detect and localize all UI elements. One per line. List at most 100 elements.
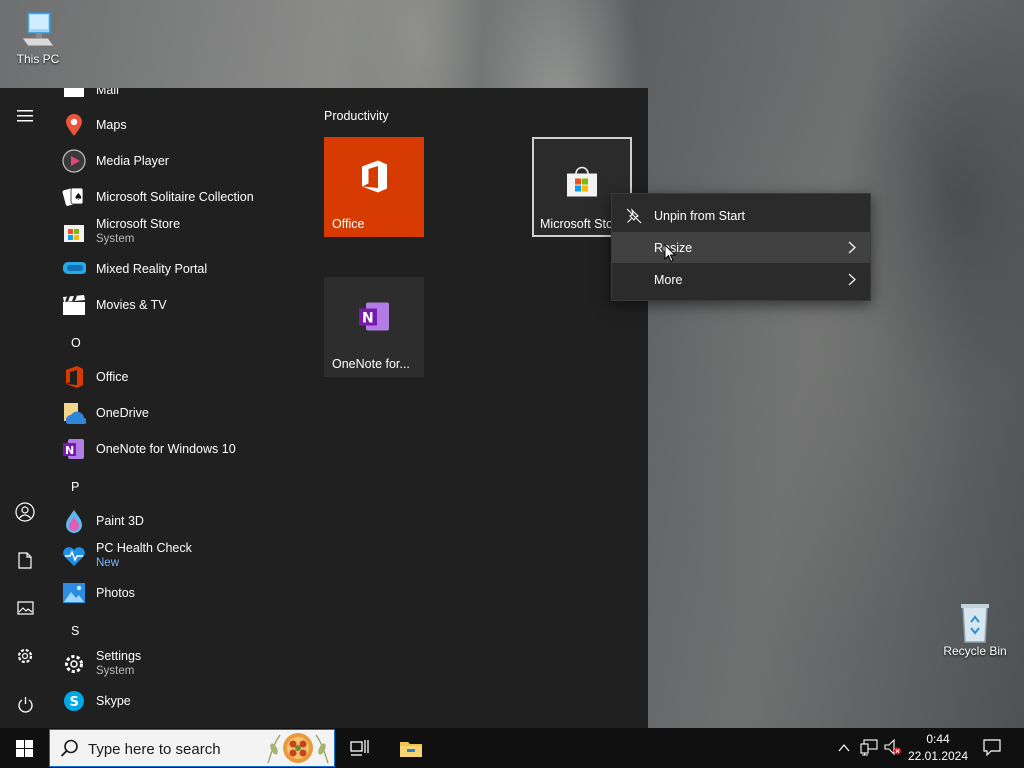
tile-group-title[interactable]: Productivity bbox=[324, 109, 389, 123]
app-item-pc-health-check[interactable]: PC Health Check New bbox=[62, 538, 192, 574]
settings-button[interactable] bbox=[0, 636, 50, 676]
menu-item-label: Unpin from Start bbox=[654, 208, 746, 223]
desktop-icon-label: Recycle Bin bbox=[943, 644, 1007, 658]
movies-tv-icon bbox=[62, 293, 86, 317]
taskbar-search-box[interactable] bbox=[49, 729, 335, 767]
tile-onenote[interactable]: N OneNote for... bbox=[324, 277, 424, 377]
menu-item-unpin-from-start[interactable]: Unpin from Start bbox=[612, 200, 870, 231]
store-icon bbox=[565, 166, 599, 203]
app-item-label: Settings bbox=[96, 649, 142, 663]
settings-icon bbox=[62, 652, 86, 676]
app-item-maps[interactable]: Maps bbox=[62, 107, 127, 143]
solitaire-icon: ♠ bbox=[62, 185, 86, 209]
mail-icon bbox=[62, 88, 86, 102]
app-list: Mail Maps Media Player ♠ Microsoft Solit… bbox=[56, 88, 306, 728]
app-item-skype[interactable]: S Skype bbox=[62, 683, 131, 719]
svg-text:S: S bbox=[70, 695, 79, 710]
onedrive-icon bbox=[62, 401, 86, 425]
show-hidden-icons-button[interactable] bbox=[838, 740, 850, 758]
task-view-button[interactable] bbox=[350, 739, 370, 762]
health-check-icon bbox=[62, 544, 86, 568]
search-highlight-illustration-icon bbox=[267, 733, 329, 764]
svg-text:N: N bbox=[65, 444, 74, 457]
file-explorer-icon bbox=[400, 742, 422, 757]
app-item-mixed-reality-portal[interactable]: Mixed Reality Portal bbox=[62, 251, 207, 287]
documents-button[interactable] bbox=[0, 540, 50, 580]
clock-date: 22.01.2024 bbox=[907, 749, 969, 763]
tile-label: Microsoft Sto bbox=[540, 217, 613, 231]
office-icon bbox=[62, 365, 86, 389]
search-input[interactable] bbox=[88, 739, 258, 759]
document-icon bbox=[18, 551, 32, 569]
tile-label: Office bbox=[332, 217, 365, 231]
tile-context-menu: Unpin from Start Resize More bbox=[611, 193, 871, 301]
tile-office[interactable]: Office bbox=[324, 137, 424, 237]
taskbar: 0:44 22.01.2024 bbox=[0, 728, 1024, 768]
clock-time: 0:44 bbox=[926, 732, 950, 746]
skype-icon: S bbox=[62, 689, 86, 713]
app-item-solitaire[interactable]: ♠ Microsoft Solitaire Collection bbox=[62, 179, 254, 215]
app-item-mail[interactable]: Mail bbox=[62, 88, 119, 108]
app-item-photos[interactable]: Photos bbox=[62, 575, 135, 611]
new-badge: New bbox=[96, 557, 120, 569]
windows-logo-icon bbox=[15, 739, 33, 757]
app-item-onedrive[interactable]: OneDrive bbox=[62, 395, 149, 431]
app-item-paint-3d[interactable]: Paint 3D bbox=[62, 503, 144, 539]
app-item-sublabel: System bbox=[96, 665, 135, 677]
photos-icon bbox=[62, 581, 86, 605]
chevron-right-icon bbox=[848, 241, 856, 257]
onenote-icon: N bbox=[357, 301, 391, 338]
menu-item-resize[interactable]: Resize bbox=[612, 232, 870, 263]
volume-tray-button[interactable] bbox=[884, 738, 902, 761]
taskbar-clock[interactable]: 0:44 22.01.2024 bbox=[903, 731, 973, 765]
app-item-media-player[interactable]: Media Player bbox=[62, 143, 169, 179]
task-view-icon bbox=[350, 740, 369, 756]
menu-item-more[interactable]: More bbox=[612, 264, 870, 295]
paint3d-icon bbox=[62, 509, 86, 533]
maps-icon bbox=[62, 113, 86, 137]
gear-icon bbox=[17, 648, 33, 664]
tile-label: OneNote for... bbox=[332, 357, 410, 371]
desktop-icon-this-pc[interactable]: This PC bbox=[0, 10, 76, 66]
this-pc-icon bbox=[18, 10, 58, 50]
app-item-label: Microsoft Store bbox=[96, 217, 181, 231]
unpin-icon bbox=[626, 208, 642, 227]
pictures-icon bbox=[16, 601, 34, 615]
menu-item-label: More bbox=[654, 272, 683, 287]
pictures-button[interactable] bbox=[0, 588, 50, 628]
app-item-office[interactable]: Office bbox=[62, 359, 128, 395]
app-item-label: PC Health Check bbox=[96, 541, 192, 555]
power-icon bbox=[17, 696, 33, 713]
app-item-settings[interactable]: Settings System bbox=[62, 646, 141, 682]
recycle-bin-icon bbox=[955, 602, 995, 643]
svg-text:N: N bbox=[362, 311, 374, 327]
file-explorer-taskbar-button[interactable] bbox=[389, 728, 433, 768]
start-rail bbox=[0, 88, 50, 728]
desktop-icon-recycle-bin[interactable]: Recycle Bin bbox=[937, 602, 1013, 658]
action-center-button[interactable] bbox=[983, 739, 1001, 761]
start-button[interactable] bbox=[0, 728, 48, 768]
volume-muted-icon bbox=[884, 738, 902, 756]
hamburger-icon bbox=[17, 110, 33, 122]
store-icon bbox=[62, 220, 86, 244]
app-item-movies-tv[interactable]: Movies & TV bbox=[62, 287, 167, 323]
section-letter-p[interactable]: P bbox=[71, 480, 79, 494]
power-button[interactable] bbox=[0, 684, 50, 724]
app-item-microsoft-store[interactable]: Microsoft Store System bbox=[62, 214, 180, 250]
chevron-right-icon bbox=[848, 273, 856, 289]
desktop-icon-label: This PC bbox=[16, 52, 60, 66]
svg-text:♠: ♠ bbox=[74, 192, 83, 203]
office-icon bbox=[359, 160, 389, 199]
section-letter-o[interactable]: O bbox=[71, 336, 81, 350]
onenote-icon: N bbox=[62, 437, 86, 461]
media-player-icon bbox=[62, 149, 86, 173]
app-item-onenote[interactable]: N OneNote for Windows 10 bbox=[62, 431, 236, 467]
notification-icon bbox=[983, 739, 1001, 757]
network-icon bbox=[860, 739, 878, 756]
network-tray-button[interactable] bbox=[860, 739, 878, 761]
chevron-up-icon bbox=[838, 744, 850, 752]
section-letter-s[interactable]: S bbox=[71, 624, 79, 638]
user-account-button[interactable] bbox=[0, 492, 50, 532]
hamburger-menu-button[interactable] bbox=[0, 96, 50, 136]
start-menu: Mail Maps Media Player ♠ Microsoft Solit… bbox=[0, 88, 648, 728]
